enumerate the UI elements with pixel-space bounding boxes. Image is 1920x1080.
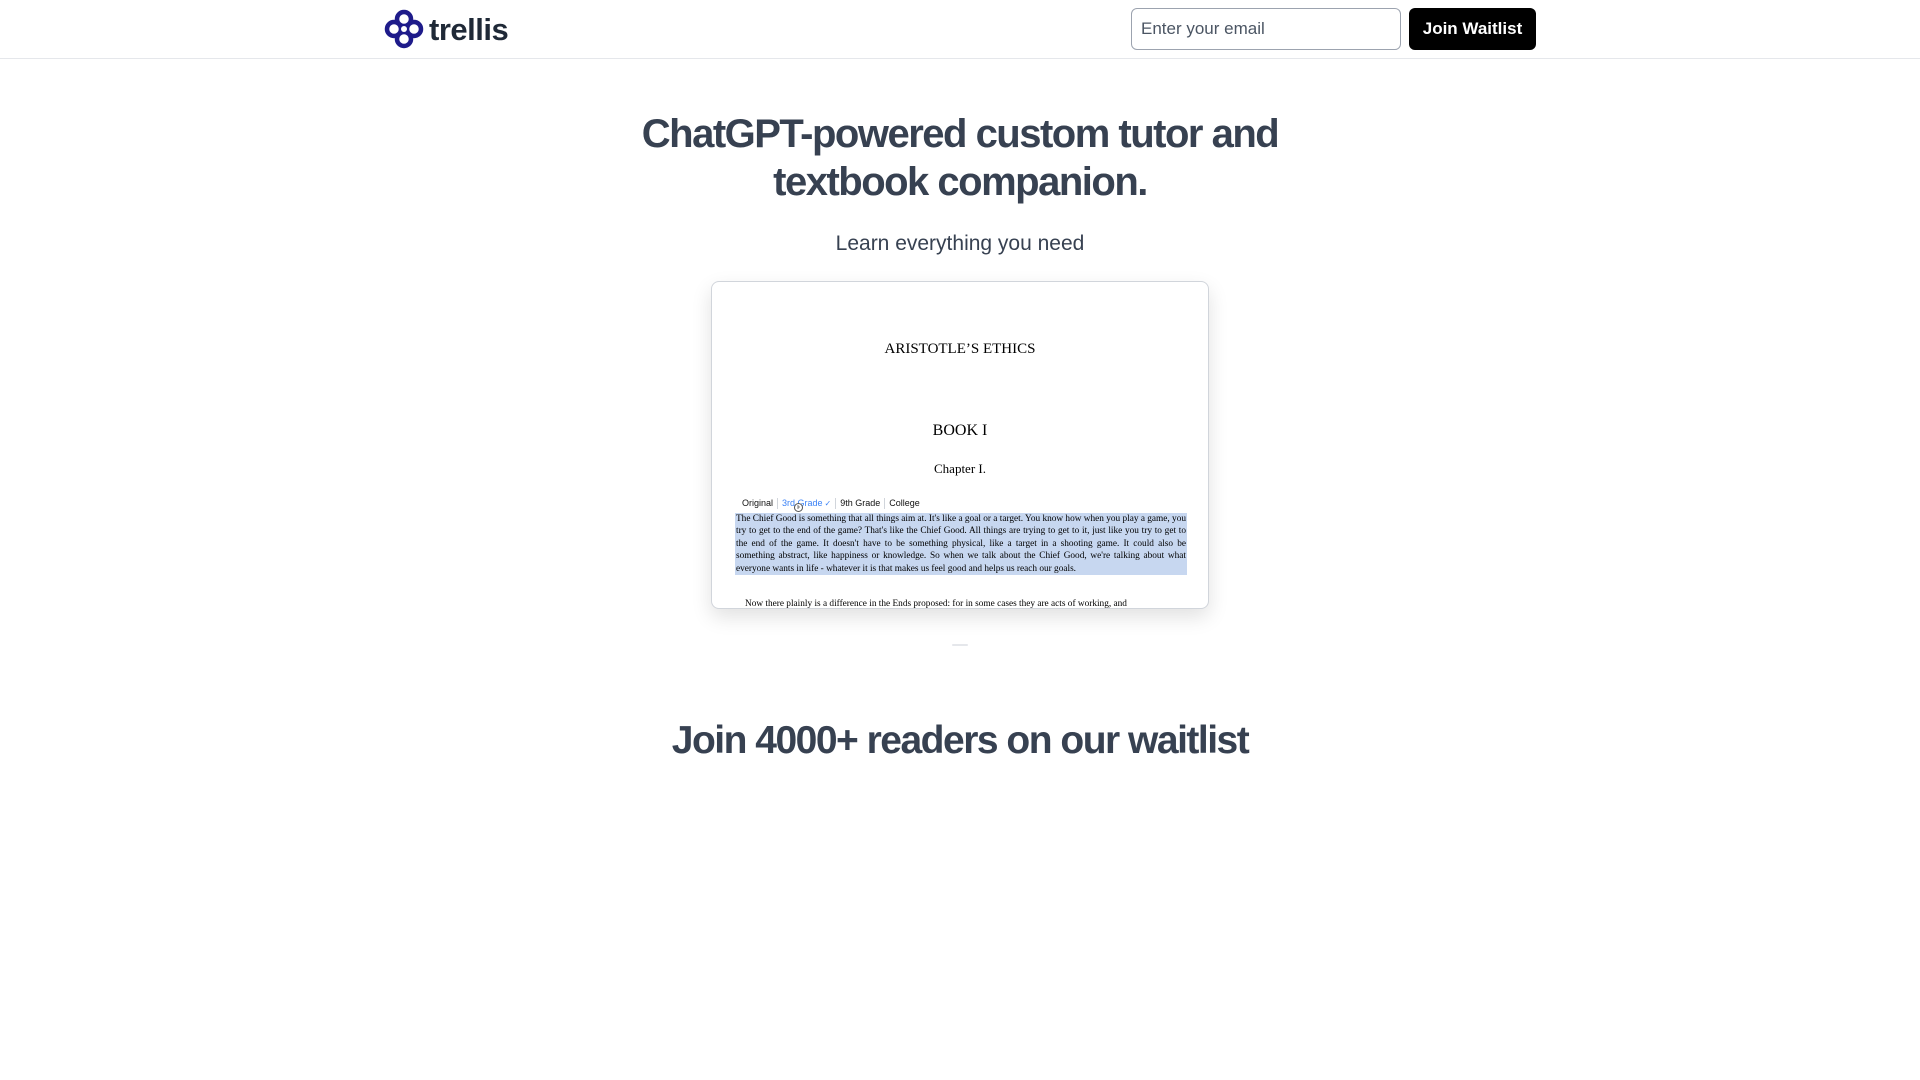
carousel-indicator[interactable]	[952, 644, 968, 646]
trellis-logo-icon	[384, 9, 424, 49]
brand-name: trellis	[429, 11, 509, 47]
waitlist-heading: Join 4000+ readers on our waitlist	[671, 719, 1250, 762]
level-tab-college[interactable]: College	[885, 498, 924, 509]
hero-subtitle: Learn everything you need	[835, 232, 1085, 255]
reading-level-tabs: Original 3rd Grade ✓ 9th Grade College	[738, 498, 924, 509]
check-icon: ✓	[824, 499, 832, 508]
demo-preview-card: ARISTOTLE’S ETHICS BOOK I Chapter I. Ori…	[711, 281, 1209, 609]
hero-title: ChatGPT-powered custom tutor and textboo…	[641, 112, 1280, 204]
site-header: trellis Join Waitlist	[0, 0, 1920, 59]
level-tab-original[interactable]: Original	[738, 498, 779, 509]
next-paragraph: Now there plainly is a difference in the…	[745, 599, 1127, 609]
document-book-heading: BOOK I	[932, 422, 988, 439]
hand-cursor-icon	[794, 503, 803, 512]
document-chapter-heading: Chapter I.	[934, 461, 986, 476]
email-input[interactable]	[1131, 8, 1401, 50]
brand-logo[interactable]: trellis	[383, 9, 509, 49]
highlighted-paragraph: The Chief Good is something that all thi…	[735, 513, 1187, 576]
level-tab-3rd-grade[interactable]: 3rd Grade ✓	[778, 498, 837, 509]
join-waitlist-button[interactable]: Join Waitlist	[1409, 8, 1536, 50]
document-title: ARISTOTLE’S ETHICS	[884, 341, 1036, 357]
level-tab-9th-grade[interactable]: 9th Grade	[836, 498, 886, 509]
